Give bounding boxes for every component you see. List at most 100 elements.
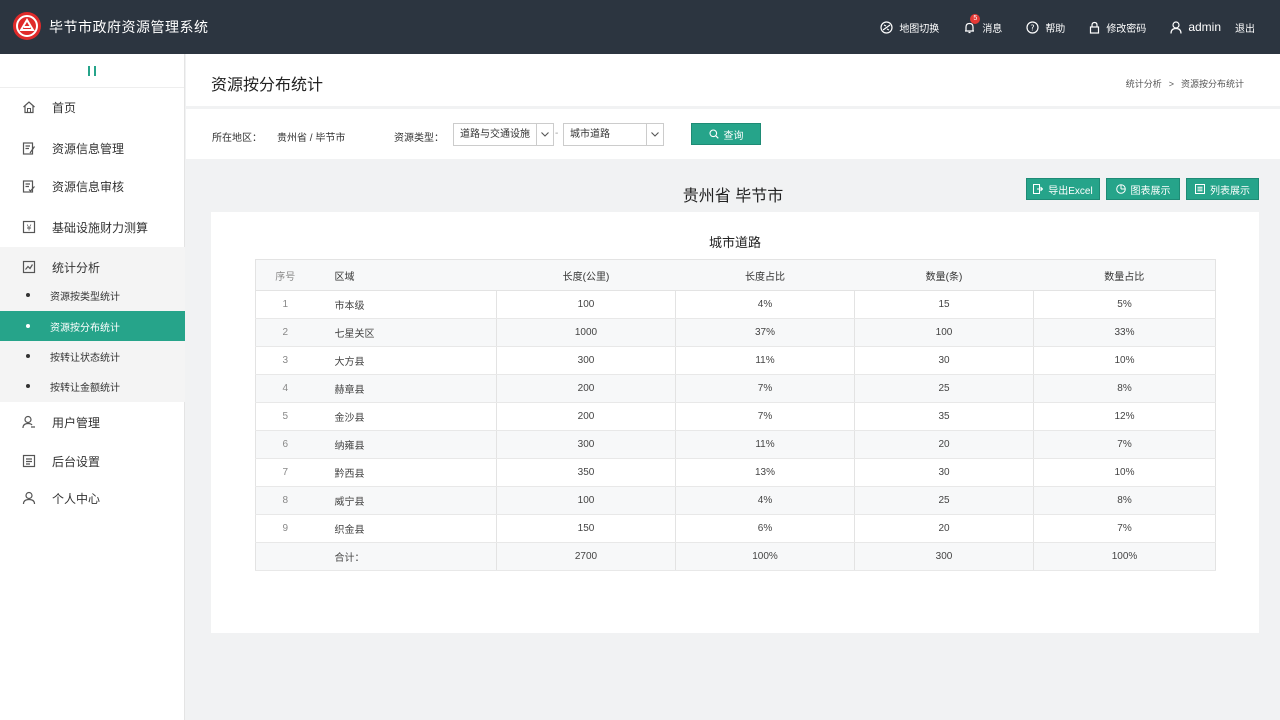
sidebar-subitem-by-transfer-status[interactable]: 按转让状态统计 bbox=[0, 341, 185, 371]
row-count-cell: 100 bbox=[854, 318, 1034, 347]
edit-doc-icon bbox=[22, 142, 35, 155]
row-area-cell: 大方县 bbox=[314, 346, 497, 375]
resource-subtype-value: 城市道路 bbox=[570, 129, 610, 140]
row-area-cell: 织金县 bbox=[314, 514, 497, 543]
row-length-cell: 200 bbox=[496, 402, 676, 431]
settings-list-icon bbox=[22, 454, 36, 468]
row-index-cell: 1 bbox=[255, 290, 315, 319]
sidebar-item-resource-info[interactable]: 资源信息管理 bbox=[0, 129, 185, 167]
region-picker[interactable]: 贵州省 / 毕节市 bbox=[277, 129, 345, 144]
row-length-cell: 100 bbox=[496, 486, 676, 515]
row-count-ratio-cell: 7% bbox=[1033, 514, 1216, 543]
query-button[interactable]: 查询 bbox=[691, 123, 761, 145]
chart-view-button[interactable]: 图表展示 bbox=[1106, 178, 1180, 200]
row-length-cell: 300 bbox=[496, 430, 676, 459]
query-button-label: 查询 bbox=[723, 130, 744, 142]
table-row: 8 威宁县 100 4% 25 8% bbox=[255, 486, 1216, 515]
chevron-down-icon bbox=[646, 124, 663, 145]
svg-text:¥: ¥ bbox=[26, 224, 31, 233]
sidebar-item-user-management[interactable]: 用户管理 bbox=[0, 403, 185, 441]
row-length-ratio-cell: 4% bbox=[675, 290, 855, 319]
sidebar-subitem-by-type[interactable]: 资源按类型统计 bbox=[0, 280, 185, 310]
table-row: 7 黔西县 350 13% 30 10% bbox=[255, 458, 1216, 487]
sidebar-item-home[interactable]: 首页 bbox=[0, 88, 185, 126]
logo-icon bbox=[13, 12, 41, 40]
row-length-ratio-cell: 7% bbox=[675, 374, 855, 403]
row-area-cell: 纳雍县 bbox=[314, 430, 497, 459]
column-header: 区域 bbox=[314, 259, 497, 291]
row-area-cell: 黔西县 bbox=[314, 458, 497, 487]
username-label: admin bbox=[1188, 20, 1221, 34]
change-password-label: 修改密码 bbox=[1106, 23, 1147, 35]
list-view-label: 列表展示 bbox=[1210, 185, 1250, 197]
row-length-total-cell: 2700 bbox=[496, 542, 676, 571]
export-excel-label: 导出Excel bbox=[1048, 185, 1093, 197]
sidebar-item-finance-calc[interactable]: ¥ 基础设施财力测算 bbox=[0, 208, 185, 246]
help-button[interactable]: ? 帮助 bbox=[1026, 20, 1065, 35]
row-length-cell: 300 bbox=[496, 346, 676, 375]
table-row: 3 大方县 300 11% 30 10% bbox=[255, 346, 1216, 375]
distribution-table: 序号 区域 长度(公里) 长度占比 数量(条) 数量占比 1 市本级 100 4% 15… bbox=[255, 259, 1216, 571]
sidebar-subitem-by-distribution[interactable]: 资源按分布统计 bbox=[0, 311, 185, 341]
sidebar-collapse-button[interactable] bbox=[0, 54, 184, 88]
row-count-ratio-cell: 5% bbox=[1033, 290, 1216, 319]
row-length-ratio-cell: 11% bbox=[675, 346, 855, 375]
change-password-button[interactable]: 修改密码 bbox=[1089, 20, 1146, 35]
row-count-cell: 25 bbox=[854, 486, 1034, 515]
row-count-cell: 30 bbox=[854, 458, 1034, 487]
table-panel: 城市道路 序号 区域 长度(公里) 长度占比 数量(条) 数量占比 1 市本级 10… bbox=[211, 212, 1259, 633]
review-doc-icon bbox=[22, 180, 35, 193]
list-view-button[interactable]: 列表展示 bbox=[1186, 178, 1259, 200]
row-length-cell: 150 bbox=[496, 514, 676, 543]
breadcrumb-separator: > bbox=[1168, 79, 1174, 89]
table-total-row: 合计： 2700 100% 300 100% bbox=[255, 542, 1216, 571]
row-count-ratio-cell: 12% bbox=[1033, 402, 1216, 431]
row-index-cell: 5 bbox=[255, 402, 315, 431]
table-title: 城市道路 bbox=[708, 235, 761, 250]
help-label: 帮助 bbox=[1045, 23, 1066, 35]
resource-type-select[interactable]: 道路与交通设施 bbox=[453, 123, 554, 146]
sidebar-item-label: 资源信息管理 bbox=[52, 141, 125, 156]
column-header: 长度(公里) bbox=[496, 259, 676, 291]
sidebar-item-label: 资源信息审核 bbox=[52, 179, 125, 194]
messages-label: 消息 bbox=[982, 23, 1003, 35]
search-icon bbox=[708, 129, 719, 139]
breadcrumb-link[interactable]: 统计分析 bbox=[1126, 79, 1162, 89]
map-switch-icon bbox=[880, 20, 893, 34]
logout-button[interactable]: 退出 bbox=[1235, 20, 1255, 35]
sidebar-subitem-label: 按转让状态统计 bbox=[50, 352, 120, 364]
row-area-cell: 七星关区 bbox=[314, 318, 497, 347]
row-count-ratio-cell: 8% bbox=[1033, 486, 1216, 515]
bullet-icon bbox=[26, 324, 30, 328]
row-length-ratio-cell: 11% bbox=[675, 430, 855, 459]
sidebar-item-personal-center[interactable]: 个人中心 bbox=[0, 479, 185, 517]
row-count-ratio-cell: 7% bbox=[1033, 430, 1216, 459]
row-index-cell: 7 bbox=[255, 458, 315, 487]
messages-button[interactable]: 5 消息 bbox=[963, 13, 1003, 35]
total-label-cell: 合计： bbox=[314, 542, 497, 571]
map-switch-button[interactable]: 地图切换 bbox=[880, 20, 939, 35]
user-menu[interactable]: admin bbox=[1170, 20, 1221, 34]
breadcrumb-current: 资源按分布统计 bbox=[1180, 79, 1244, 89]
row-length-ratio-cell: 6% bbox=[675, 514, 855, 543]
table-row: 1 市本级 100 4% 15 5% bbox=[255, 290, 1216, 319]
export-excel-button[interactable]: 导出Excel bbox=[1026, 178, 1100, 200]
table-row: 4 赫章县 200 7% 25 8% bbox=[255, 374, 1216, 403]
filter-bar: 所在地区： 贵州省 / 毕节市 资源类型： 道路与交通设施 - 城市道路 查询 bbox=[186, 109, 1280, 159]
sidebar-subitem-by-transfer-amount[interactable]: 按转让金额统计 bbox=[0, 371, 185, 401]
column-header: 数量(条) bbox=[854, 259, 1034, 291]
row-area-cell: 金沙县 bbox=[314, 402, 497, 431]
row-count-ratio-cell: 10% bbox=[1033, 346, 1216, 375]
sidebar-item-backend-settings[interactable]: 后台设置 bbox=[0, 442, 185, 480]
user-icon bbox=[1170, 20, 1182, 34]
row-count-ratio-cell: 33% bbox=[1033, 318, 1216, 347]
row-length-cell: 100 bbox=[496, 290, 676, 319]
resource-subtype-select[interactable]: 城市道路 bbox=[563, 123, 664, 146]
export-icon bbox=[1033, 184, 1044, 194]
row-index-cell: 3 bbox=[255, 346, 315, 375]
svg-text:?: ? bbox=[1031, 23, 1035, 32]
sidebar-item-resource-review[interactable]: 资源信息审核 bbox=[0, 167, 185, 205]
table-header-row: 序号 区域 长度(公里) 长度占比 数量(条) 数量占比 bbox=[255, 259, 1216, 291]
row-index-cell: 2 bbox=[255, 318, 315, 347]
breadcrumb: 统计分析 > 资源按分布统计 bbox=[1126, 77, 1244, 90]
